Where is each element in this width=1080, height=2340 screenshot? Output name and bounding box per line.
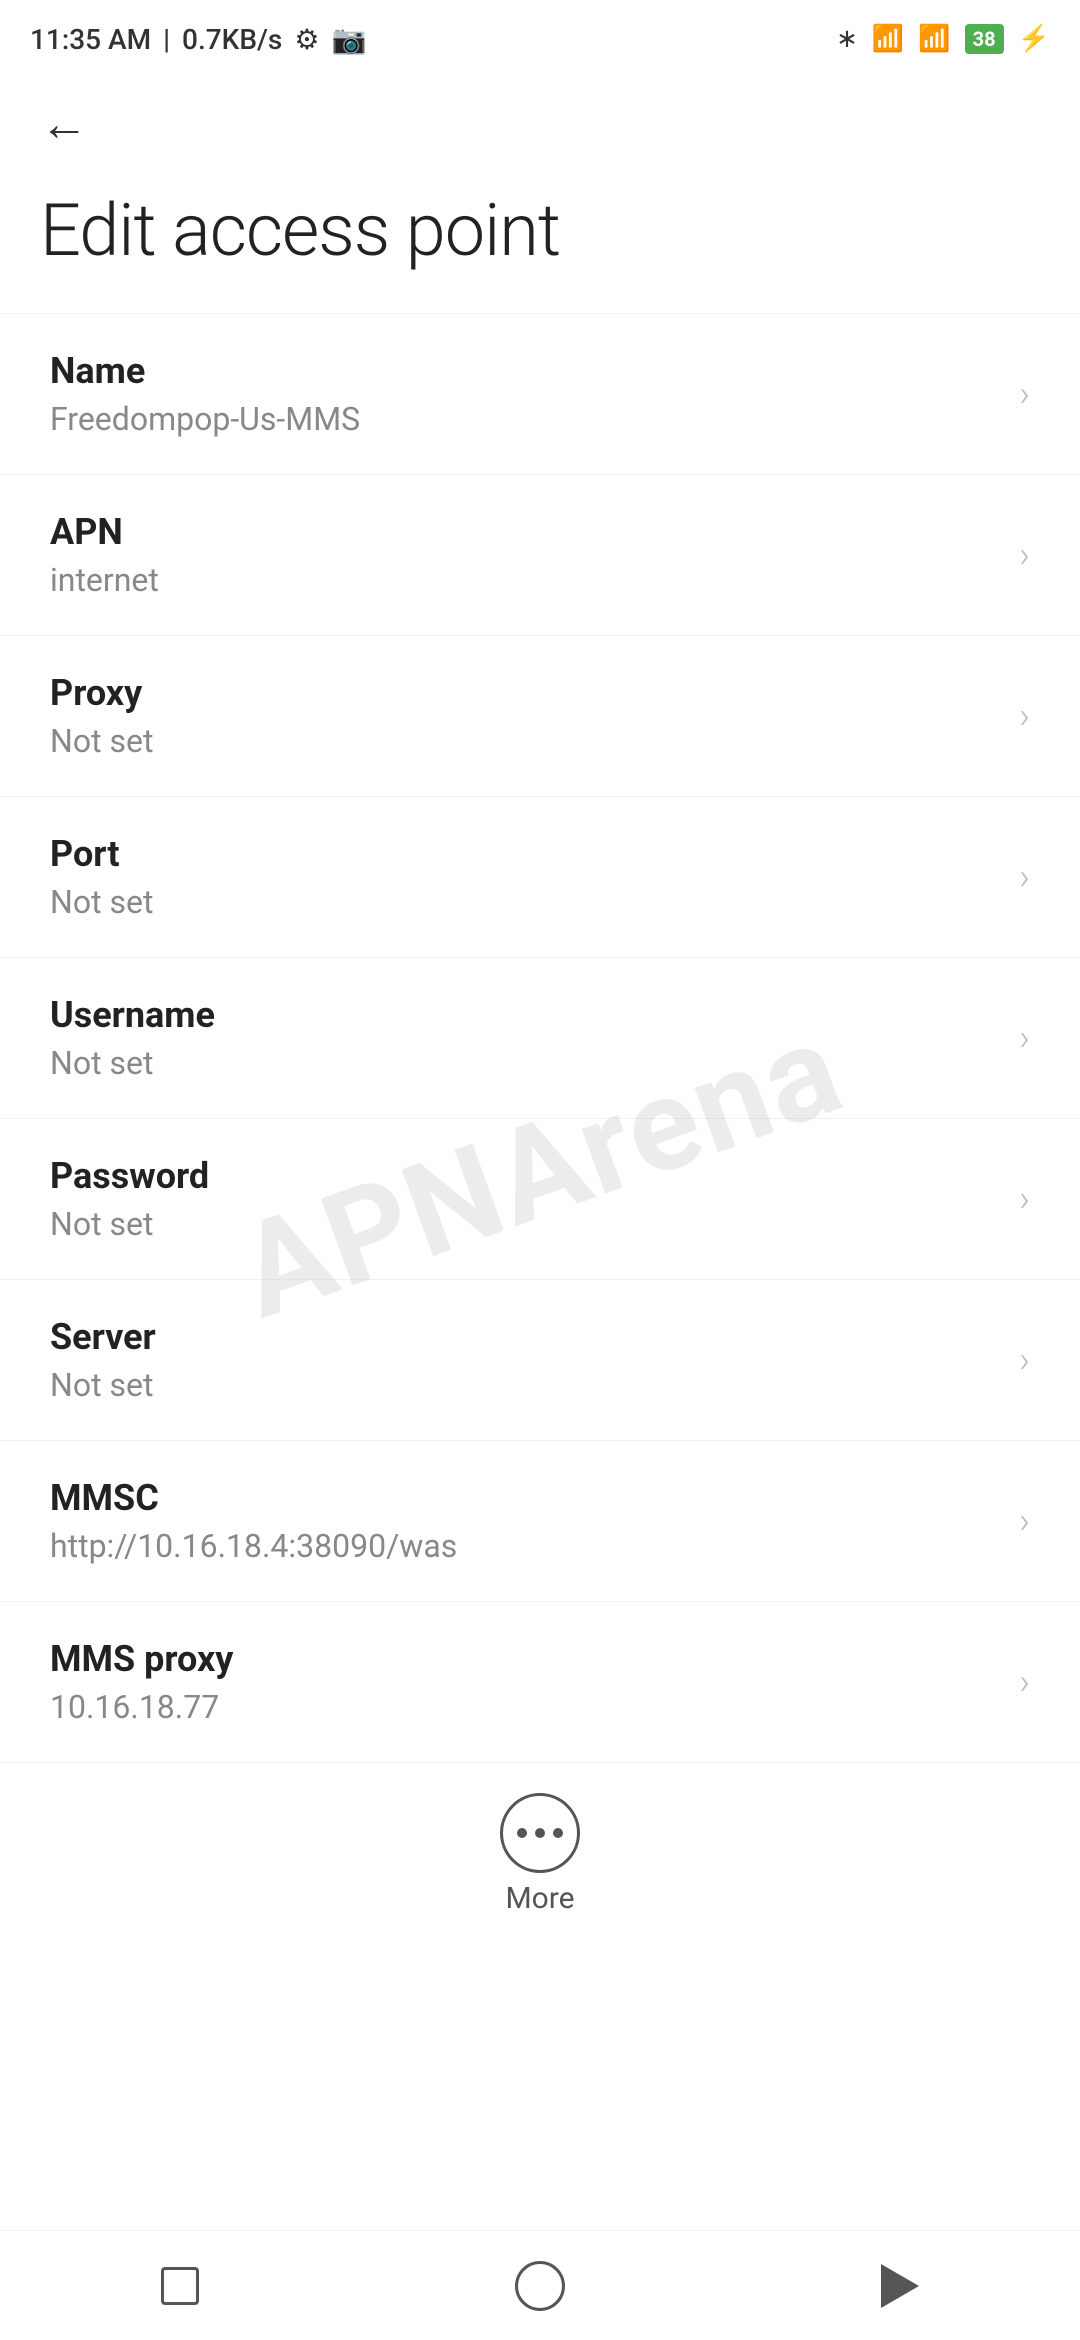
settings-item-apn[interactable]: APN internet › (0, 474, 1080, 635)
chevron-icon-1: › (1019, 534, 1030, 576)
item-label-2: Proxy (50, 672, 153, 714)
item-label-3: Port (50, 833, 153, 875)
item-value-1: internet (50, 561, 159, 599)
settings-icon: ⚙ (294, 23, 319, 56)
charging-icon: ⚡ (1018, 24, 1050, 54)
status-left: 11:35 AM | 0.7KB/s ⚙ 📷 (30, 23, 366, 56)
settings-item-mms-proxy[interactable]: MMS proxy 10.16.18.77 › (0, 1601, 1080, 1763)
back-button[interactable]: ← (40, 100, 88, 148)
nav-triangle-icon (881, 2264, 919, 2308)
item-value-2: Not set (50, 722, 153, 760)
chevron-icon-2: › (1019, 695, 1030, 737)
speed-display: | (163, 23, 170, 56)
item-value-7: http://10.16.18.4:38090/was (50, 1527, 457, 1565)
settings-list: Name Freedompop-Us-MMS › APN internet › Proxy N… (0, 313, 1080, 1763)
more-label: More (505, 1881, 574, 1916)
more-circle-icon (500, 1793, 580, 1873)
battery-indicator: 38 (965, 24, 1004, 54)
item-label-7: MMSC (50, 1477, 457, 1519)
wifi-icon: 📶 (918, 24, 950, 54)
nav-square-icon (161, 2267, 199, 2305)
more-button[interactable]: More (0, 1763, 1080, 1936)
page-title: Edit access point (0, 158, 1080, 313)
settings-item-password[interactable]: Password Not set › (0, 1118, 1080, 1279)
settings-item-mmsc[interactable]: MMSC http://10.16.18.4:38090/was › (0, 1440, 1080, 1601)
more-dot-2 (535, 1828, 545, 1838)
more-dot-3 (553, 1828, 563, 1838)
status-right: ∗ 📶 📶 38 ⚡ (836, 24, 1050, 54)
chevron-icon-6: › (1019, 1339, 1030, 1381)
settings-item-name[interactable]: Name Freedompop-Us-MMS › (0, 313, 1080, 474)
nav-home-button[interactable] (130, 2256, 230, 2316)
signal-icon: 📶 (872, 24, 904, 54)
top-bar: ← (0, 70, 1080, 158)
chevron-icon-0: › (1019, 373, 1030, 415)
network-speed: 0.7KB/s (182, 23, 282, 56)
item-label-8: MMS proxy (50, 1638, 233, 1680)
chevron-icon-8: › (1019, 1661, 1030, 1703)
item-label-1: APN (50, 511, 159, 553)
settings-item-port[interactable]: Port Not set › (0, 796, 1080, 957)
item-value-5: Not set (50, 1205, 209, 1243)
nav-circle-icon (515, 2261, 565, 2311)
item-label-0: Name (50, 350, 360, 392)
camera-icon: 📷 (331, 23, 366, 56)
nav-recent-button[interactable] (850, 2256, 950, 2316)
status-bar: 11:35 AM | 0.7KB/s ⚙ 📷 ∗ 📶 📶 38 ⚡ (0, 0, 1080, 70)
item-value-0: Freedompop-Us-MMS (50, 400, 360, 438)
time-display: 11:35 AM (30, 23, 151, 56)
chevron-icon-5: › (1019, 1178, 1030, 1220)
settings-item-server[interactable]: Server Not set › (0, 1279, 1080, 1440)
settings-item-username[interactable]: Username Not set › (0, 957, 1080, 1118)
nav-back-button[interactable] (490, 2256, 590, 2316)
chevron-icon-7: › (1019, 1500, 1030, 1542)
nav-bar (0, 2230, 1080, 2340)
item-label-4: Username (50, 994, 215, 1036)
settings-item-proxy[interactable]: Proxy Not set › (0, 635, 1080, 796)
bluetooth-icon: ∗ (836, 24, 858, 54)
item-value-4: Not set (50, 1044, 215, 1082)
chevron-icon-3: › (1019, 856, 1030, 898)
item-value-8: 10.16.18.77 (50, 1688, 233, 1726)
item-label-6: Server (50, 1316, 156, 1358)
chevron-icon-4: › (1019, 1017, 1030, 1059)
item-label-5: Password (50, 1155, 209, 1197)
item-value-6: Not set (50, 1366, 156, 1404)
item-value-3: Not set (50, 883, 153, 921)
more-dot-1 (517, 1828, 527, 1838)
